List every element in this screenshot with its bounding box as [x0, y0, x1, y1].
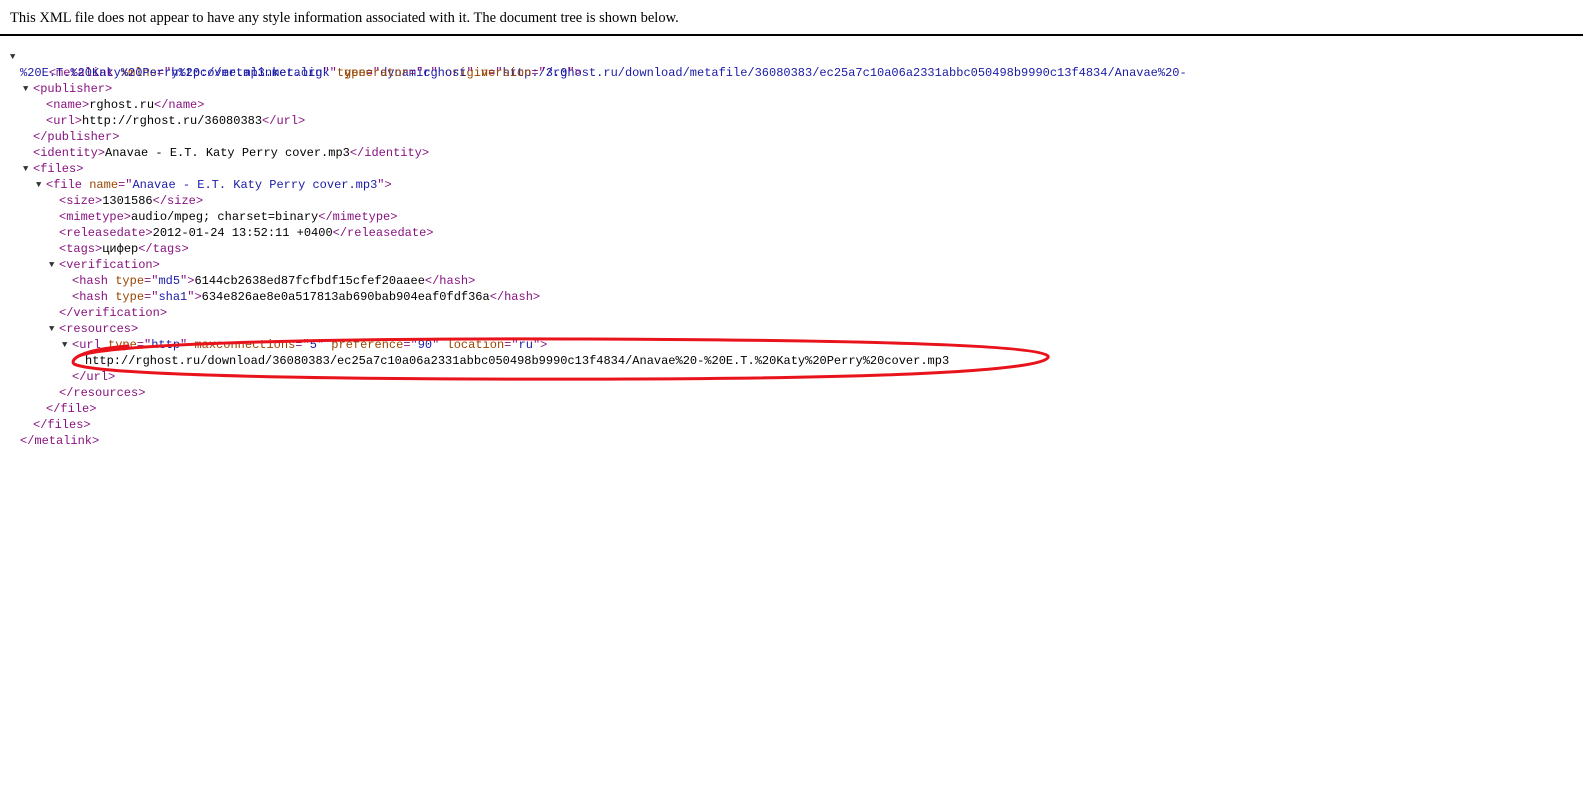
generator-value: rghost [423, 66, 467, 80]
collapse-toggle-icon[interactable]: ▼ [23, 161, 28, 177]
file-open-line[interactable]: ▼ <file name="Anavae - E.T. Katy Perry co… [36, 177, 392, 193]
publisher-name-line: <name>rghost.ru</name> [46, 98, 205, 112]
header-divider [0, 34, 1583, 36]
resource-url-open-line[interactable]: ▼ <url type="http" maxconnections="5" pre… [62, 337, 547, 353]
md5-hash: 6144cb2638ed87fcfbdf15cfef20aaee [194, 274, 425, 288]
file-size: 1301586 [102, 194, 153, 208]
publisher-open-line[interactable]: ▼ <publisher> [23, 81, 112, 97]
resources-close-line: </resources> [59, 386, 146, 400]
resource-url-close-line: </url> [72, 370, 116, 384]
tags-line: <tags>цифер</tags> [59, 242, 189, 256]
verification-open-line[interactable]: ▼ <verification> [49, 257, 160, 273]
publisher-name: rghost.ru [89, 98, 155, 112]
resource-url: http://rghost.ru/download/36080383/ec25a… [85, 354, 950, 368]
file-releasedate: 2012-01-24 13:52:11 +0400 [152, 226, 333, 240]
file-name-value: Anavae - E.T. Katy Perry cover.mp3 [132, 178, 378, 192]
identity-value: Anavae - E.T. Katy Perry cover.mp3 [105, 146, 350, 160]
hash-sha1-line: <hash type="sha1">634e826ae8e0a517813ab6… [72, 290, 541, 304]
resource-preference: 90 [417, 338, 433, 352]
file-close-line: </file> [46, 402, 97, 416]
metalink-open-line[interactable]: ▼ <metalink xmlns="http://metalinker.org"… [10, 49, 1187, 80]
origin-value: http://rghost.ru/download/metafile/36080… [502, 66, 1187, 80]
size-line: <size>1301586</size> [59, 194, 204, 208]
collapse-toggle-icon[interactable]: ▼ [49, 257, 54, 273]
identity-line: <identity>Anavae - E.T. Katy Perry cover… [33, 146, 430, 160]
file-tags: цифер [102, 242, 139, 256]
resource-maxconnections: 5 [309, 338, 317, 352]
resource-location: ru [518, 338, 533, 352]
file-mimetype: audio/mpeg; charset=binary [131, 210, 319, 224]
collapse-toggle-icon[interactable]: ▼ [62, 337, 67, 353]
collapse-toggle-icon[interactable]: ▼ [36, 177, 41, 193]
files-close-line: </files> [33, 418, 91, 432]
publisher-url: http://rghost.ru/36080383 [82, 114, 263, 128]
verification-close-line: </verification> [59, 306, 168, 320]
collapse-toggle-icon[interactable]: ▼ [10, 49, 15, 65]
resources-open-line[interactable]: ▼ <resources> [49, 321, 138, 337]
version-value: 3.0 [545, 66, 568, 80]
publisher-close-line: </publisher> [33, 130, 120, 144]
files-open-line[interactable]: ▼ <files> [23, 161, 83, 177]
resource-type: http [151, 338, 181, 352]
publisher-url-line: <url>http://rghost.ru/36080383</url> [46, 114, 306, 128]
sha1-type: sha1 [158, 290, 188, 304]
origin-value-cont: %20E.T.%20Katy%20Perry%20cover.mp3.metal… [20, 66, 330, 80]
resource-url-line: http://rghost.ru/download/36080383/ec25a… [85, 353, 949, 369]
collapse-toggle-icon[interactable]: ▼ [23, 81, 28, 97]
collapse-toggle-icon[interactable]: ▼ [49, 321, 54, 337]
hash-md5-line: <hash type="md5">6144cb2638ed87fcfbdf15c… [72, 274, 476, 288]
metalink-close-line: </metalink> [20, 434, 100, 448]
sha1-hash: 634e826ae8e0a517813ab690bab904eaf0fdf36a [201, 290, 490, 304]
releasedate-line: <releasedate>2012-01-24 13:52:11 +0400</… [59, 226, 434, 240]
xml-style-notice: This XML file does not appear to have an… [10, 10, 679, 26]
metalink-open-line-cont: %20E.T.%20Katy%20Perry%20cover.mp3.metal… [20, 66, 582, 80]
md5-type: md5 [158, 274, 181, 288]
mimetype-line: <mimetype>audio/mpeg; charset=binary</mi… [59, 210, 398, 224]
